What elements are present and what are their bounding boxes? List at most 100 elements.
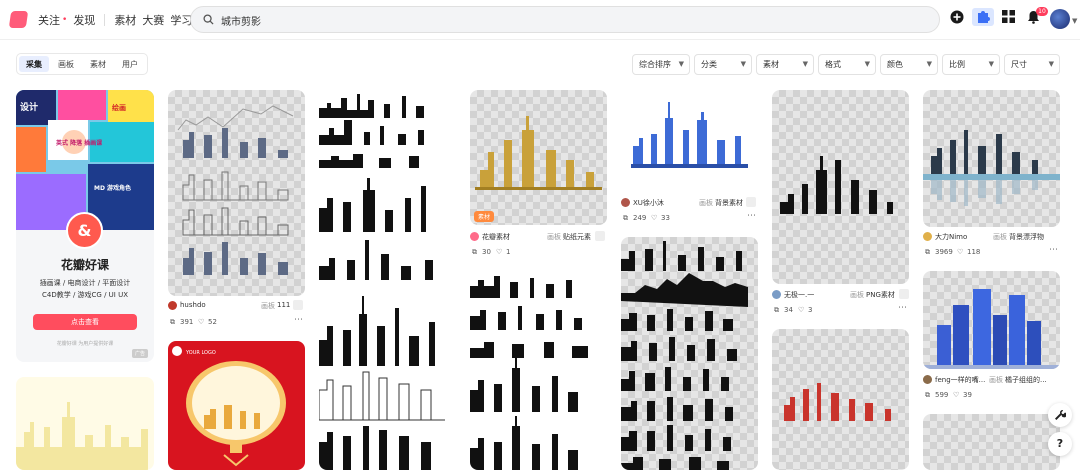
filter-color[interactable]: 颜色 ▼: [880, 54, 938, 75]
pin-username[interactable]: 大力Nimo: [935, 232, 967, 242]
heart-icon[interactable]: ♡: [798, 306, 804, 314]
nav-follow[interactable]: 关注: [38, 12, 60, 28]
save-icon[interactable]: ⧉: [774, 306, 779, 315]
tab-caiji[interactable]: 采集: [19, 56, 49, 72]
promo-view-button[interactable]: 点击查看: [33, 314, 137, 330]
nav-discover[interactable]: 发现: [73, 12, 95, 28]
grid-icon[interactable]: [1002, 10, 1015, 23]
pin-username[interactable]: 无极一.一: [784, 290, 814, 300]
pin-image[interactable]: YOUR LOGO: [168, 341, 305, 470]
pin-board-prefix: 画板: [850, 291, 864, 299]
save-icon[interactable]: ⧉: [170, 318, 175, 327]
pin-board-name[interactable]: 111: [277, 301, 290, 309]
nav-learn[interactable]: 学习: [170, 12, 192, 28]
avatar[interactable]: [923, 232, 932, 241]
pin-meta: hushdo 画板 111: [168, 300, 305, 312]
filter-format-label: 格式: [825, 60, 841, 69]
save-icon[interactable]: ⧉: [623, 214, 628, 223]
filter-size[interactable]: 尺寸 ▼: [1004, 54, 1060, 75]
avatar[interactable]: [621, 198, 630, 207]
pin-board-name[interactable]: 背景素材: [715, 198, 743, 208]
pin-image[interactable]: [16, 377, 154, 470]
filter-color-label: 颜色: [887, 60, 903, 69]
wrench-icon[interactable]: [1048, 403, 1072, 427]
pin-meta: 无极一.一 画板 PNG素材: [772, 289, 909, 301]
heart-icon[interactable]: ♡: [957, 248, 963, 256]
pin-stats: ⧉ 599 ♡ 39: [923, 391, 1060, 401]
tab-yonghu[interactable]: 用户: [115, 56, 145, 72]
pin-board-name[interactable]: 橘子组组的...: [1005, 375, 1047, 385]
avatar[interactable]: [1050, 9, 1070, 29]
more-icon[interactable]: ⋯: [898, 303, 907, 313]
pin-image[interactable]: [621, 237, 758, 470]
tab-huaban[interactable]: 画板: [51, 56, 81, 72]
avatar[interactable]: [470, 232, 479, 241]
heart-icon[interactable]: ♡: [651, 214, 657, 222]
promo-card[interactable]: 设计 英式 降落 插画课 MD 游戏角色 绘画 & 花瓣好课 插画课 / 电商设…: [16, 90, 154, 362]
pin-board-prefix: 画板: [993, 233, 1007, 241]
search-input[interactable]: [221, 11, 821, 29]
search-bar[interactable]: [190, 6, 940, 33]
avatar[interactable]: [923, 375, 932, 384]
pin-board-name[interactable]: PNG素材: [866, 290, 895, 300]
chevron-down-icon: ▼: [864, 60, 870, 68]
pin-image[interactable]: [470, 272, 607, 470]
nav-contest[interactable]: 大赛: [142, 12, 164, 28]
save-icon[interactable]: ⧉: [925, 391, 930, 400]
board-icon[interactable]: [293, 300, 303, 310]
pin-username[interactable]: hushdo: [180, 301, 206, 309]
pin-image[interactable]: [319, 90, 456, 470]
heart-icon[interactable]: ♡: [953, 391, 959, 399]
pin-image[interactable]: [772, 329, 909, 470]
pin-board-prefix: 画板: [989, 376, 1003, 384]
pin-stats: ⧉ 34 ♡ 3 ⋯: [772, 303, 909, 316]
pin-username[interactable]: feng一样的嘴...: [935, 375, 985, 385]
chevron-down-icon[interactable]: ▼: [1072, 17, 1077, 25]
save-icon[interactable]: ⧉: [925, 248, 930, 257]
more-icon[interactable]: ⋯: [747, 211, 756, 221]
board-icon[interactable]: [595, 231, 605, 241]
more-icon[interactable]: ⋯: [294, 315, 303, 325]
pin-image[interactable]: [772, 90, 909, 284]
filter-format[interactable]: 格式 ▼: [818, 54, 876, 75]
promo-logo: &: [66, 212, 103, 249]
filter-category[interactable]: 分类 ▼: [694, 54, 752, 75]
pin-image[interactable]: [923, 414, 1060, 470]
pin-image[interactable]: [168, 90, 305, 296]
tab-sucai[interactable]: 素材: [83, 56, 113, 72]
nav-material[interactable]: 素材: [114, 12, 136, 28]
filter-ratio[interactable]: 比例 ▼: [942, 54, 1000, 75]
filter-sort[interactable]: 综合排序 ▼: [632, 54, 690, 75]
pin-image[interactable]: 素材: [470, 90, 607, 225]
pin-saves: 249: [633, 214, 647, 222]
save-icon[interactable]: ⧉: [472, 248, 477, 257]
board-icon[interactable]: [899, 289, 909, 299]
logo[interactable]: [8, 11, 29, 28]
filter-sort-label: 综合排序: [639, 60, 671, 69]
pin-saves: 3969: [935, 248, 953, 256]
avatar[interactable]: [772, 290, 781, 299]
pin-board-prefix: 画板: [699, 199, 713, 207]
heart-icon[interactable]: ♡: [496, 248, 502, 256]
avatar[interactable]: [168, 301, 177, 310]
heart-icon[interactable]: ♡: [198, 318, 204, 326]
puzzle-icon[interactable]: [972, 8, 994, 26]
pin-image[interactable]: [923, 271, 1060, 369]
plus-circle-icon[interactable]: [950, 10, 964, 24]
more-icon[interactable]: ⋯: [1049, 245, 1058, 255]
lantern-poster-image: YOUR LOGO: [172, 346, 286, 467]
pin-board-name[interactable]: 贴纸元素: [563, 232, 591, 242]
promo-note: 花瓣好课 为用户提供好课: [56, 341, 114, 347]
pin-image[interactable]: [621, 90, 758, 192]
main-nav: 关注 • 发现 素材 大赛 学习: [38, 12, 192, 28]
pin-board-name[interactable]: 背景漂浮物: [1009, 232, 1044, 242]
collage-text-3: MD 游戏角色: [94, 184, 131, 192]
board-icon[interactable]: [746, 197, 756, 207]
pin-image[interactable]: [923, 90, 1060, 227]
pin-username[interactable]: 花瓣素材: [482, 232, 510, 242]
collage-text-2: 英式 降落 插画课: [55, 139, 103, 147]
promo-collage-image: 设计 英式 降落 插画课 MD 游戏角色 绘画: [16, 90, 154, 230]
filter-material[interactable]: 素材 ▼: [756, 54, 814, 75]
pin-username[interactable]: XU徐小沐: [633, 198, 664, 208]
help-button[interactable]: ?: [1048, 432, 1072, 456]
